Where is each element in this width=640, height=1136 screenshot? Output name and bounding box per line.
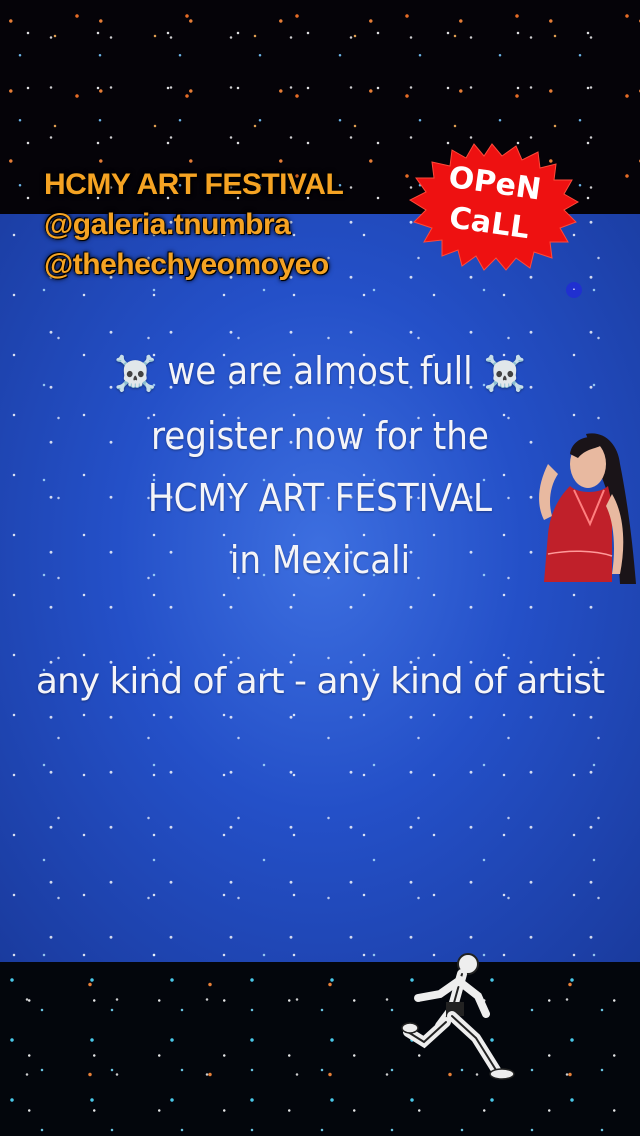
skull-icon: ☠️ — [114, 353, 157, 394]
festival-title: HCMY ART FESTIVAL — [44, 168, 344, 201]
open-call-sticker: OPeN CaLL — [404, 142, 580, 272]
header-block: HCMY ART FESTIVAL @galeria.tnumbra @theh… — [44, 165, 344, 285]
mention-galeria[interactable]: @galeria.tnumbra — [44, 205, 344, 245]
almost-full-text: we are almost full — [167, 349, 473, 393]
mention-hechyeomoyeo[interactable]: @thehechyeomoyeo — [44, 245, 344, 285]
story-canvas: HCMY ART FESTIVAL @galeria.tnumbra @theh… — [0, 0, 640, 1136]
skull-icon: ☠️ — [483, 353, 526, 394]
runner-sticker-icon — [400, 950, 520, 1090]
blue-dot-icon: • — [566, 282, 582, 298]
announcement-line-1: ☠️ we are almost full ☠️ — [0, 340, 640, 405]
person-sticker-icon — [508, 424, 638, 586]
starfield-background-bottom — [0, 962, 640, 1136]
tagline: any kind of art - any kind of artist — [35, 661, 605, 702]
